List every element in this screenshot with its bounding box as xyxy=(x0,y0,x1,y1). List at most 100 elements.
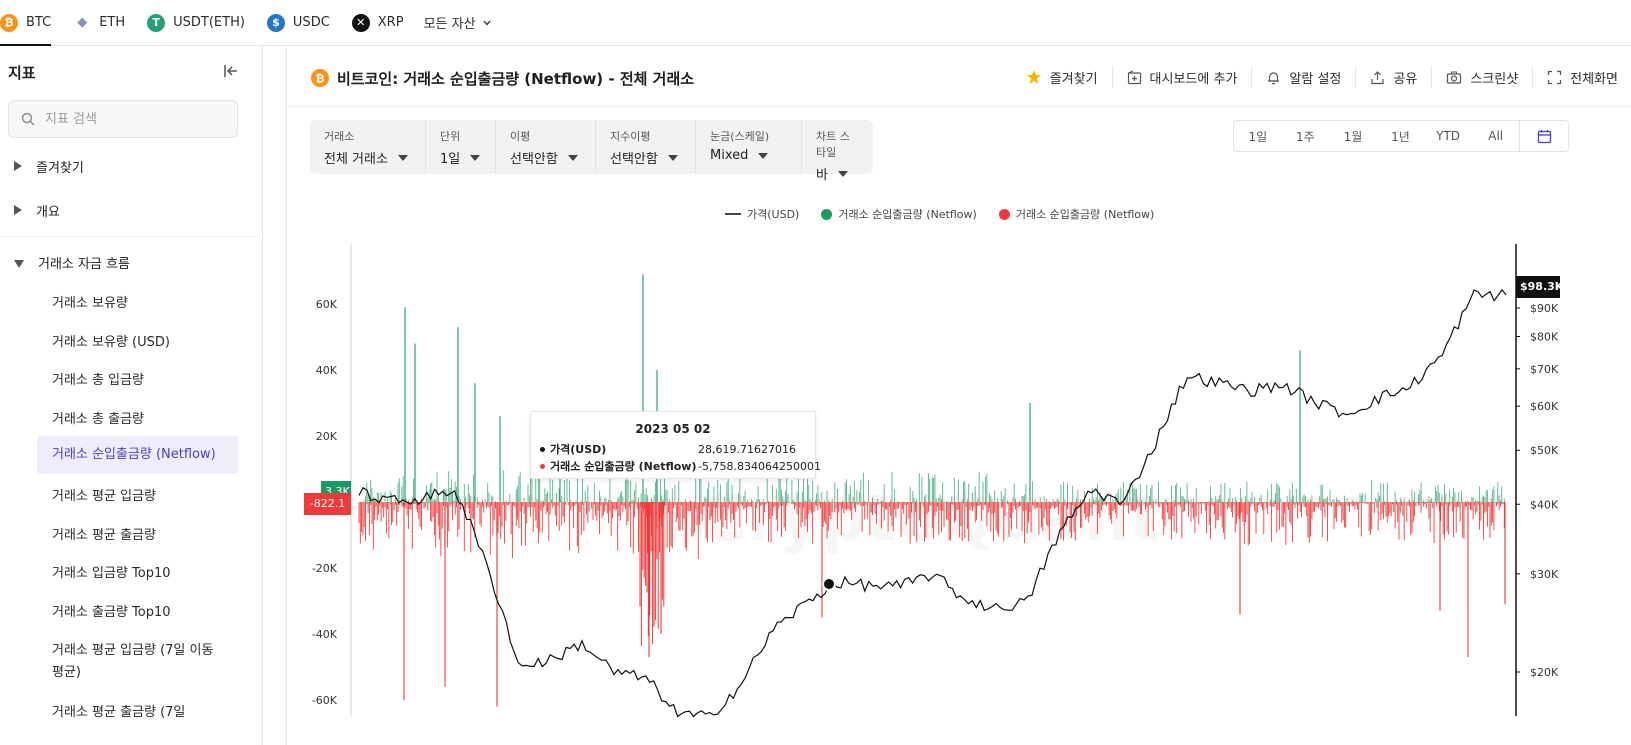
calendar-icon xyxy=(1537,129,1551,143)
chart-tooltip: 2023 05 02 가격(USD) 28,619.71627016 거래소 순… xyxy=(530,411,821,479)
asset-tab-usdc[interactable]: $ USDC xyxy=(266,0,342,45)
range-button-1[interactable]: 1주 xyxy=(1282,121,1330,151)
filter-5[interactable]: 차트 스타일바 xyxy=(802,120,873,183)
caret-down-icon xyxy=(758,152,769,159)
collapse-sidebar-icon[interactable] xyxy=(222,62,240,80)
asset-tab-xrp[interactable]: ✕ XRP xyxy=(351,0,416,45)
legend-item-1[interactable]: 거래소 순입출금량 (Netflow) xyxy=(821,206,977,222)
caret-down-icon xyxy=(470,154,481,161)
page-title: 비트코인: 거래소 순입출금량 (Netflow) - 전체 거래소 xyxy=(337,70,695,88)
camera-button[interactable]: 스크린샷 xyxy=(1431,66,1532,88)
range-button-0[interactable]: 1일 xyxy=(1234,121,1282,151)
tooltip-price-name: 가격(USD) xyxy=(550,443,607,456)
legend-label: 거래소 순입출금량 (Netflow) xyxy=(1015,208,1155,221)
sidebar-item-1[interactable]: 거래소 보유량 (USD) xyxy=(37,326,238,360)
asset-tab-label: USDT(ETH) xyxy=(173,15,245,30)
sidebar-section-1[interactable]: 개요 xyxy=(0,194,262,226)
caret-down-icon xyxy=(397,154,408,161)
filter-3[interactable]: 지수이평선택안함 xyxy=(596,120,696,174)
star-button[interactable]: 즐겨찾기 xyxy=(1012,66,1112,88)
share-button[interactable]: 공유 xyxy=(1355,66,1431,88)
caret-down-icon xyxy=(14,260,24,268)
asset-tab-eth[interactable]: ◆ ETH xyxy=(73,0,137,45)
calendar-button[interactable] xyxy=(1519,121,1568,151)
negative-value-badge: -822.1 xyxy=(304,493,351,515)
legend-line-marker xyxy=(725,213,741,215)
filter-value-text: 선택안함 xyxy=(610,152,658,167)
bitcoin-icon: ₿ xyxy=(0,13,18,32)
sidebar-item-6[interactable]: 거래소 평균 출금량 xyxy=(37,519,238,553)
dashboard-add-icon xyxy=(1127,69,1142,85)
sidebar-item-5[interactable]: 거래소 평균 입금량 xyxy=(37,480,238,514)
filter-label: 거래소 xyxy=(324,130,355,143)
range-button-4[interactable]: YTD xyxy=(1424,121,1472,151)
dashboard-add-button[interactable]: 대시보드에 추가 xyxy=(1111,66,1252,88)
indicator-search-box[interactable] xyxy=(8,100,238,138)
sidebar-item-3[interactable]: 거래소 총 출금량 xyxy=(37,403,238,437)
sidebar-section-label: 개요 xyxy=(36,204,60,220)
header-action-label: 알람 설정 xyxy=(1289,71,1342,87)
bell-icon xyxy=(1266,70,1281,85)
fullscreen-button[interactable]: 전체화면 xyxy=(1532,66,1631,88)
indicator-search-input[interactable] xyxy=(43,110,227,128)
sidebar-item-0[interactable]: 거래소 보유량 xyxy=(37,287,238,321)
filter-4[interactable]: 눈금(스케일) Mixed xyxy=(696,120,802,174)
sidebar-section-0[interactable]: 즐겨찾기 xyxy=(0,150,262,182)
filter-value: 1일 xyxy=(440,148,481,167)
asset-tab-usdt-eth-[interactable]: T USDT(ETH) xyxy=(147,0,257,45)
filter-label: 이평 xyxy=(510,130,531,143)
legend-label: 가격(USD) xyxy=(747,208,800,221)
all-assets-menu[interactable]: 모든 자산 xyxy=(424,13,492,32)
filter-1[interactable]: 단위 1일 xyxy=(426,120,496,174)
tooltip-row-netflow: 거래소 순입출금량 (Netflow) -5,758.834064250001 xyxy=(540,458,821,474)
filter-label: 지수이평 xyxy=(610,130,651,143)
caret-right-icon xyxy=(14,205,22,215)
range-button-3[interactable]: 1년 xyxy=(1377,121,1425,151)
filter-2[interactable]: 이평 선택안함 xyxy=(496,120,596,174)
sidebar-section-2[interactable]: 거래소 자금 흐름 xyxy=(0,246,262,278)
legend-dot-marker xyxy=(821,208,833,220)
sidebar-section-label: 즐겨찾기 xyxy=(36,160,84,176)
caret-down-icon xyxy=(567,154,578,161)
ethereum-icon: ◆ xyxy=(77,15,88,30)
sidebar-item-9[interactable]: 거래소 평균 입금량 (7일 이동평균) xyxy=(37,634,238,690)
asset-tab-bar: ₿ BTC ◆ ETH T USDT(ETH) $ USDC ✕ XRP 모든 자산 xyxy=(0,0,1631,46)
sidebar-item-10[interactable]: 거래소 평균 출금량 (7일 xyxy=(37,696,238,730)
sidebar-title: 지표 xyxy=(8,64,36,82)
main-content: ₿ 비트코인: 거래소 순입출금량 (Netflow) - 전체 거래소 즐겨찾… xyxy=(286,48,1631,745)
tooltip-row-price: 가격(USD) 28,619.71627016 xyxy=(540,441,810,457)
asset-tab-label: BTC xyxy=(26,15,52,30)
xrp-icon: ✕ xyxy=(351,13,370,32)
asset-tab-label: USDC xyxy=(292,15,330,30)
filter-value: 선택안함 xyxy=(610,148,681,167)
chart-legend: 가격(USD) 거래소 순입출금량 (Netflow) 거래소 순입출금량 (Net… xyxy=(725,206,1154,222)
filter-value: 바 xyxy=(816,164,859,183)
star-icon xyxy=(1026,69,1042,85)
chevron-down-icon xyxy=(483,20,491,26)
filter-value: Mixed xyxy=(710,148,787,163)
sidebar-item-7[interactable]: 거래소 입금량 Top10 xyxy=(37,557,238,591)
search-icon xyxy=(21,112,35,126)
sidebar-item-2[interactable]: 거래소 총 입금량 xyxy=(37,364,238,398)
camera-icon xyxy=(1446,70,1462,85)
filter-0[interactable]: 거래소 전체 거래소 xyxy=(310,120,426,174)
range-button-5[interactable]: All xyxy=(1472,121,1520,151)
chart-filters: 거래소 전체 거래소 단위 1일 이평 선택안함 지수이평 선택안함 눈금(스케일) Mixed 차… xyxy=(310,120,873,183)
legend-item-2[interactable]: 거래소 순입출금량 (Netflow) xyxy=(998,206,1155,222)
sidebar-section-label: 거래소 자금 흐름 xyxy=(38,256,130,272)
sidebar-item-4[interactable]: 거래소 순입출금량 (Netflow) xyxy=(37,436,238,474)
bell-button[interactable]: 알람 설정 xyxy=(1251,66,1355,88)
asset-tab-label: ETH xyxy=(99,15,126,30)
filter-label: 눈금(스케일) xyxy=(710,130,770,143)
caret-right-icon xyxy=(14,161,22,171)
header-action-label: 공유 xyxy=(1393,71,1418,87)
filter-label: 차트 스타일 xyxy=(816,130,850,159)
filter-value-text: 바 xyxy=(816,168,828,183)
indicator-sidebar: 지표 즐겨찾기개요거래소 자금 흐름 거래소 보유량거래소 보유량 (USD) 거… xyxy=(0,46,263,745)
tether-icon: T xyxy=(147,13,166,32)
header-action-label: 전체화면 xyxy=(1570,71,1618,87)
legend-item-0[interactable]: 가격(USD) xyxy=(725,206,799,222)
range-button-2[interactable]: 1월 xyxy=(1329,121,1377,151)
asset-tab-btc[interactable]: ₿ BTC xyxy=(0,0,63,46)
sidebar-item-8[interactable]: 거래소 출금량 Top10 xyxy=(37,596,238,630)
